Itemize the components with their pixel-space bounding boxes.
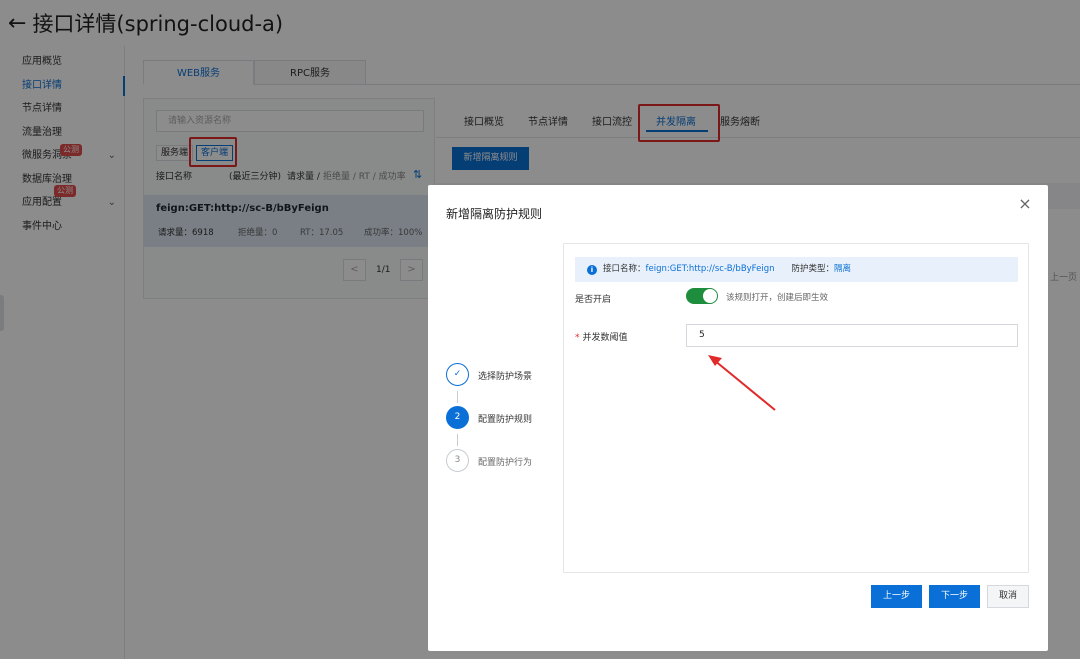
step-connector xyxy=(457,391,458,403)
dialog-title: 新增隔离防护规则 xyxy=(446,207,543,221)
info-type-value: 隔离 xyxy=(834,264,852,274)
info-banner: i 接口名称：feign:GET:http://sc-B/bByFeign 防护类型… xyxy=(575,257,1018,282)
step-label: 选择防护场景 xyxy=(478,372,533,382)
step-label: 配置防护行为 xyxy=(478,458,533,468)
step-number: 3 xyxy=(446,449,469,472)
info-type-label: 防护类型： xyxy=(791,264,834,274)
next-step-button[interactable]: 下一步 xyxy=(929,585,980,608)
info-name-value: feign:GET:http://sc-B/bByFeign xyxy=(645,264,775,274)
check-icon: ✓ xyxy=(446,363,469,386)
info-icon: i xyxy=(587,265,597,275)
threshold-input[interactable]: 5 xyxy=(686,324,1018,347)
rule-form: i 接口名称：feign:GET:http://sc-B/bByFeign 防护类型… xyxy=(563,243,1029,573)
step-label: 配置防护规则 xyxy=(478,415,533,425)
cancel-button[interactable]: 取消 xyxy=(987,585,1029,608)
threshold-label: * 并发数阈值 xyxy=(575,330,628,343)
close-icon[interactable]: × xyxy=(1016,195,1034,213)
toggle-knob xyxy=(703,289,717,303)
enable-help-text: 该规则打开，创建后即生效 xyxy=(726,293,829,303)
step-connector xyxy=(457,434,458,446)
step-number: 2 xyxy=(446,406,469,429)
prev-step-button[interactable]: 上一步 xyxy=(871,585,922,608)
threshold-label-text: 并发数阈值 xyxy=(582,333,628,343)
required-mark: * xyxy=(575,333,580,343)
info-name-label: 接口名称： xyxy=(603,264,646,274)
enable-toggle[interactable] xyxy=(686,288,718,304)
enable-label: 是否开启 xyxy=(575,295,612,305)
add-rule-dialog: 新增隔离防护规则 × ✓ 选择防护场景 2 配置防护规则 3 配置防护行为 i接… xyxy=(428,185,1048,651)
